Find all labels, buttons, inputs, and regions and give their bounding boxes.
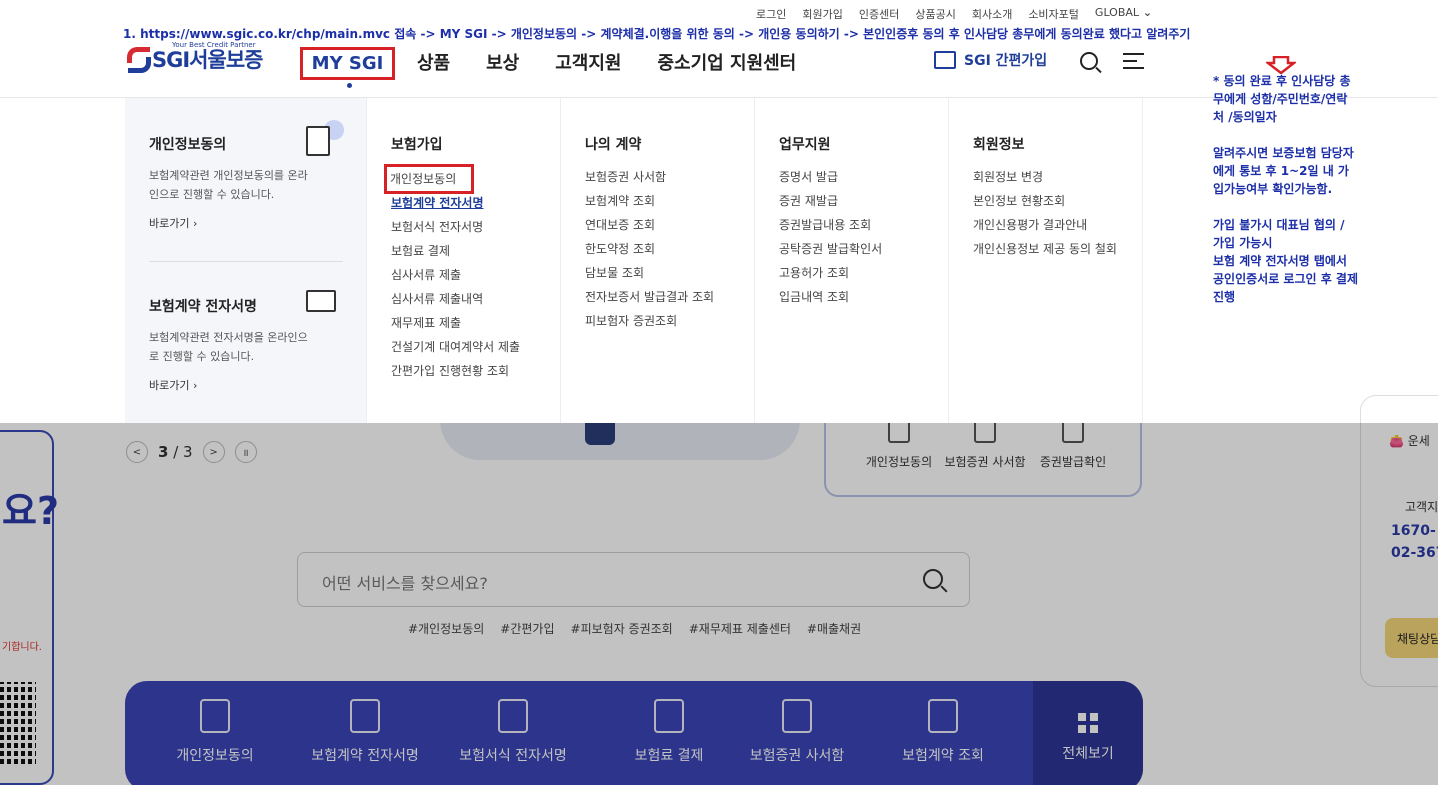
- promo-desc: 보험계약관련 개인정보동의를 온라인으로 진행할 수 있습니다.: [149, 169, 308, 201]
- hamburger-menu-icon[interactable]: [1123, 53, 1144, 70]
- menu-item[interactable]: 심사서류 제출내역: [391, 287, 520, 311]
- menu-item[interactable]: 증권발급내용 조회: [779, 213, 882, 237]
- promo-e-signature: 보험계약 전자서명 보험계약관련 전자서명을 온라인으로 진행할 수 있습니다.…: [149, 290, 344, 393]
- menu-item[interactable]: 증권 재발급: [779, 189, 882, 213]
- nav-products[interactable]: 상품: [417, 47, 450, 80]
- menu-col-title: 회원정보: [973, 137, 1025, 153]
- easy-join-button[interactable]: SGI 간편가입: [934, 50, 1047, 70]
- consumer-portal-link[interactable]: 소비자포털: [1028, 6, 1079, 22]
- menu-item[interactable]: 본인정보 현황조회: [973, 189, 1117, 213]
- menu-item[interactable]: 심사서류 제출: [391, 263, 520, 287]
- menu-item[interactable]: 공탁증권 발급확인서: [779, 237, 882, 261]
- menu-item[interactable]: 간편가입 진행현황 조회: [391, 359, 520, 383]
- menu-item[interactable]: 피보험자 증권조회: [585, 309, 714, 333]
- promo-shortcut-link[interactable]: 바로가기: [149, 215, 344, 231]
- mega-menu-promo: 개인정보동의 보험계약관련 개인정보동의를 온라인으로 진행할 수 있습니다. …: [125, 98, 367, 423]
- nav-sme-center[interactable]: 중소기업 지원센터: [658, 47, 797, 80]
- menu-col-my-contract: 나의 계약 보험증권 사서함 보험계약 조회 연대보증 조회 한도약정 조회 담…: [560, 98, 755, 423]
- menu-col-member-info: 회원정보 회원정보 변경 본인정보 현황조회 개인신용평가 결과안내 개인신용정…: [948, 98, 1143, 423]
- document-check-icon: [306, 120, 344, 158]
- dim-overlay: [0, 423, 1438, 785]
- menu-col-work-support: 업무지원 증명서 발급 증권 재발급 증권발급내용 조회 공탁증권 발급확인서 …: [754, 98, 949, 423]
- sgi-logo-icon: [126, 46, 151, 73]
- menu-item[interactable]: 고용허가 조회: [779, 261, 882, 285]
- menu-item[interactable]: 담보물 조회: [585, 261, 714, 285]
- menu-item[interactable]: 개인신용정보 제공 동의 철회: [973, 237, 1117, 261]
- product-disclosure-link[interactable]: 상품공시: [915, 6, 955, 22]
- menu-col-title: 보험가입: [391, 137, 443, 153]
- menu-item[interactable]: 증명서 발급: [779, 165, 882, 189]
- menu-item[interactable]: 보험계약 조회: [585, 189, 714, 213]
- nav-customer-support[interactable]: 고객지원: [555, 47, 621, 80]
- menu-col-insurance-join: 보험가입 개인정보동의 보험계약 전자서명 보험서식 전자서명 보험료 결제 심…: [366, 98, 561, 423]
- global-nav: MY SGI 상품 보상 고객지원 중소기업 지원센터: [300, 47, 797, 88]
- menu-item[interactable]: 개인신용평가 결과안내: [973, 213, 1117, 237]
- menu-item[interactable]: 회원정보 변경: [973, 165, 1117, 189]
- promo-shortcut-link[interactable]: 바로가기: [149, 377, 344, 393]
- menu-item[interactable]: 보험증권 사서함: [585, 165, 714, 189]
- signup-link[interactable]: 회원가입: [802, 6, 842, 22]
- menu-item[interactable]: 전자보증서 발급결과 조회: [585, 285, 714, 309]
- menu-item[interactable]: 재무제표 제출: [391, 311, 520, 335]
- promo-divider: [149, 261, 343, 262]
- utility-links: 로그인 회원가입 인증센터 상품공시 회사소개 소비자포털 GLOBAL: [756, 6, 1152, 22]
- my-sgi-mega-menu: 개인정보동의 보험계약관련 개인정보동의를 온라인으로 진행할 수 있습니다. …: [125, 98, 1143, 423]
- menu-item[interactable]: 보험서식 전자서명: [391, 215, 520, 239]
- menu-item[interactable]: 연대보증 조회: [585, 213, 714, 237]
- login-link[interactable]: 로그인: [756, 6, 786, 22]
- menu-item-privacy-consent[interactable]: 개인정보동의: [384, 164, 474, 194]
- annotation-instruction-side: * 동의 완료 후 인사담당 총무에게 성함/주민번호/연락처 /동의일자 알려…: [1213, 74, 1359, 304]
- promo-desc: 보험계약관련 전자서명을 온라인으로 진행할 수 있습니다.: [149, 331, 308, 363]
- logo-tagline: Your Best Credit Partner: [172, 41, 256, 49]
- monitor-sign-icon: [306, 282, 344, 320]
- menu-col-title: 업무지원: [779, 137, 831, 153]
- monitor-pen-icon: [934, 51, 956, 69]
- nav-my-sgi[interactable]: MY SGI: [300, 47, 395, 88]
- sgi-logo[interactable]: SGI서울보증 Your Best Credit Partner: [126, 41, 263, 74]
- promo-privacy-consent: 개인정보동의 보험계약관련 개인정보동의를 온라인으로 진행할 수 있습니다. …: [149, 120, 344, 231]
- menu-col-title: 나의 계약: [585, 137, 642, 153]
- nav-compensation[interactable]: 보상: [486, 47, 519, 80]
- menu-item[interactable]: 입금내역 조회: [779, 285, 882, 309]
- menu-item-e-signature[interactable]: 보험계약 전자서명: [391, 191, 520, 215]
- menu-item[interactable]: 보험료 결제: [391, 239, 520, 263]
- easy-join-label: SGI 간편가입: [964, 53, 1048, 69]
- annotation-instruction-top: 1. https://www.sgic.co.kr/chp/main.mvc 접…: [123, 27, 1191, 41]
- global-dropdown[interactable]: GLOBAL: [1095, 6, 1152, 22]
- search-icon[interactable]: [1080, 52, 1098, 70]
- company-link[interactable]: 회사소개: [972, 6, 1012, 22]
- cert-center-link[interactable]: 인증센터: [859, 6, 899, 22]
- menu-item[interactable]: 건설기계 대여계약서 제출: [391, 335, 520, 359]
- menu-item[interactable]: 한도약정 조회: [585, 237, 714, 261]
